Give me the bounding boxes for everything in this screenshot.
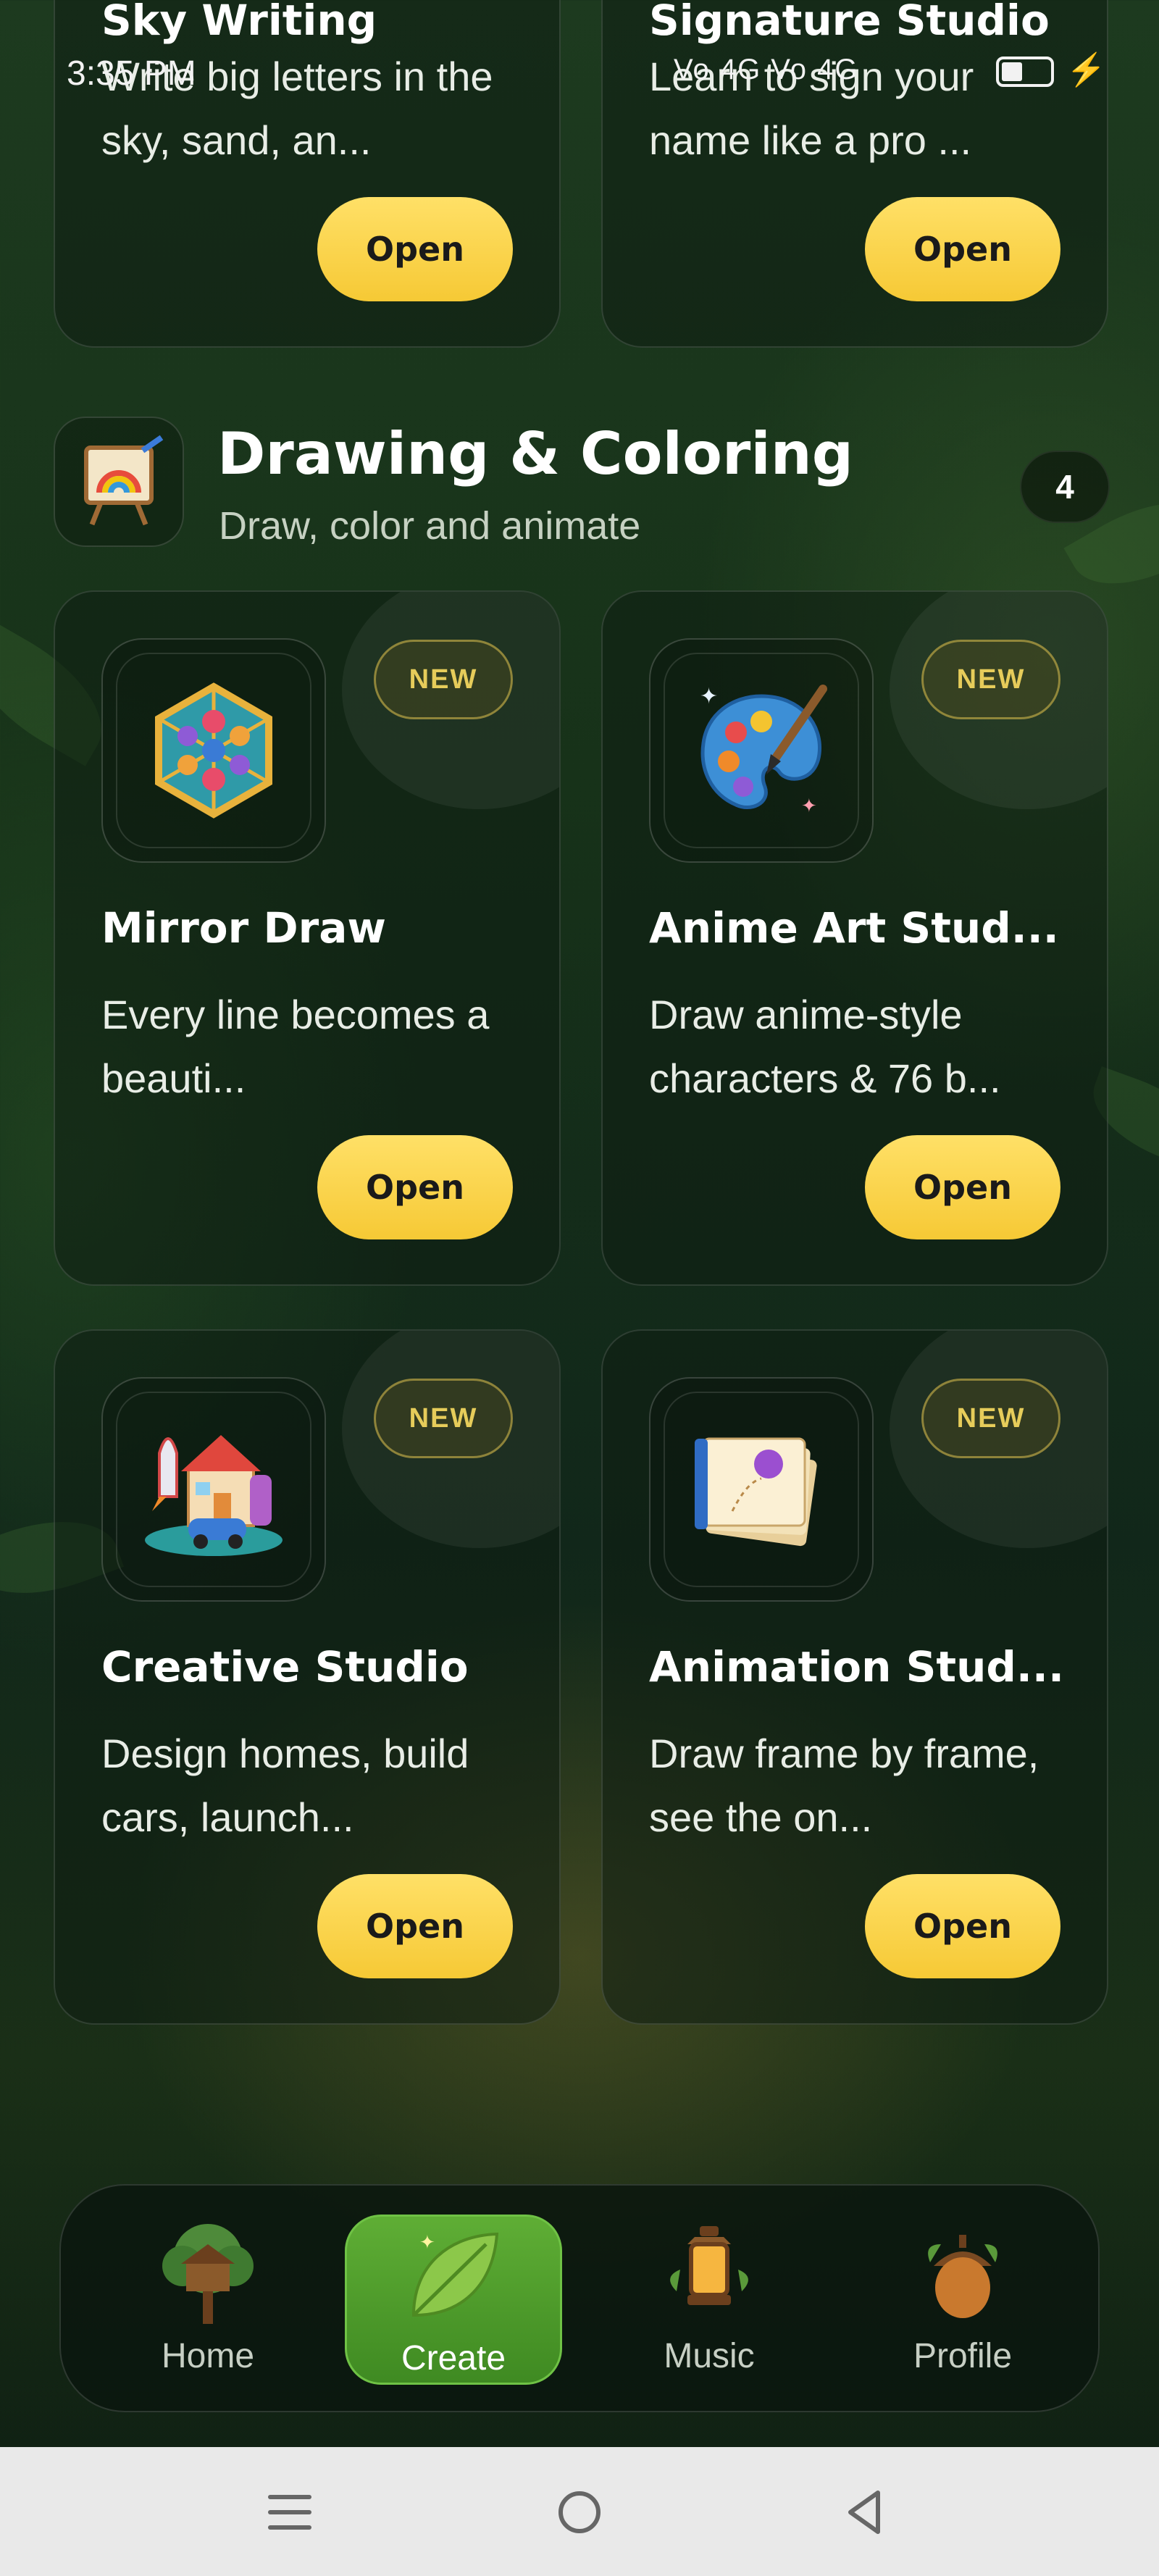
- nav-label: Home: [161, 2337, 255, 2375]
- card-icon-frame: [649, 1377, 874, 1602]
- card-description: Learn to sign your name like a pro ...: [649, 54, 974, 163]
- card-title: Mirror Draw: [101, 903, 386, 953]
- card-description: Draw frame by frame, see the on...: [649, 1731, 1039, 1840]
- nav-profile[interactable]: Profile: [854, 2215, 1071, 2385]
- animation-studio-card: NEW Animation Stud... Draw frame by fram…: [601, 1329, 1108, 2025]
- treehouse-icon: [146, 2219, 269, 2328]
- card-description: Write big letters in the sky, sand, an..…: [101, 54, 493, 163]
- card-title: Signature Studio: [649, 0, 1050, 45]
- menu-icon[interactable]: [257, 2483, 322, 2541]
- bottom-nav: Home ✦ Create Music Profile: [59, 2184, 1100, 2412]
- house-car-rocket-icon: [116, 1392, 311, 1587]
- acorn-icon: [901, 2219, 1024, 2328]
- open-button[interactable]: Open: [317, 1135, 513, 1239]
- sky-writing-card: Sky Writing Write big letters in the sky…: [54, 0, 561, 348]
- new-badge: NEW: [374, 640, 513, 719]
- svg-text:✦: ✦: [801, 795, 817, 816]
- nav-home[interactable]: Home: [99, 2215, 317, 2385]
- card-description: Every line becomes a beauti...: [101, 992, 490, 1101]
- easel-rainbow-icon: [54, 417, 184, 547]
- card-title: Anime Art Stud...: [649, 903, 1059, 953]
- nav-label: Music: [664, 2337, 755, 2375]
- leaf-icon: ✦: [392, 2221, 515, 2330]
- creative-studio-card: NEW Creative Studio Design homes, build …: [54, 1329, 561, 2025]
- section-subtitle: Draw, color and animate: [219, 504, 641, 548]
- open-button[interactable]: Open: [865, 197, 1060, 301]
- card-description: Design homes, build cars, launch...: [101, 1731, 469, 1840]
- anime-art-studio-card: ✦ ✦ NEW Anime Art Stud... Draw anime-sty…: [601, 590, 1108, 1286]
- card-description: Draw anime-style characters & 76 b...: [649, 992, 1001, 1101]
- flipbook-icon: [664, 1392, 859, 1587]
- nav-label: Profile: [913, 2337, 1013, 2375]
- new-badge: NEW: [921, 640, 1060, 719]
- card-title: Creative Studio: [101, 1642, 469, 1691]
- open-button[interactable]: Open: [865, 1874, 1060, 1978]
- open-button[interactable]: Open: [865, 1135, 1060, 1239]
- card-title: Animation Stud...: [649, 1642, 1064, 1691]
- card-icon-frame: ✦ ✦: [649, 638, 874, 863]
- home-circle-icon[interactable]: [547, 2483, 612, 2541]
- nav-label: Create: [401, 2339, 506, 2378]
- section-count-badge: 4: [1020, 451, 1110, 523]
- open-button[interactable]: Open: [317, 1874, 513, 1978]
- nav-create[interactable]: ✦ Create: [345, 2215, 562, 2385]
- section-title: Drawing & Coloring: [217, 420, 854, 488]
- paint-palette-icon: ✦ ✦: [664, 653, 859, 848]
- svg-text:✦: ✦: [419, 2231, 435, 2253]
- lantern-icon: [648, 2219, 771, 2328]
- card-icon-frame: [101, 638, 326, 863]
- card-title: Sky Writing: [101, 0, 377, 45]
- kaleidoscope-icon: [116, 653, 311, 848]
- open-button[interactable]: Open: [317, 197, 513, 301]
- new-badge: NEW: [921, 1379, 1060, 1458]
- signature-studio-card: Signature Studio Learn to sign your name…: [601, 0, 1108, 348]
- nav-music[interactable]: Music: [601, 2215, 818, 2385]
- new-badge: NEW: [374, 1379, 513, 1458]
- back-triangle-icon[interactable]: [833, 2483, 898, 2541]
- card-icon-frame: [101, 1377, 326, 1602]
- system-nav-bar: [0, 2447, 1159, 2576]
- mirror-draw-card: NEW Mirror Draw Every line becomes a bea…: [54, 590, 561, 1286]
- svg-text:✦: ✦: [700, 685, 718, 708]
